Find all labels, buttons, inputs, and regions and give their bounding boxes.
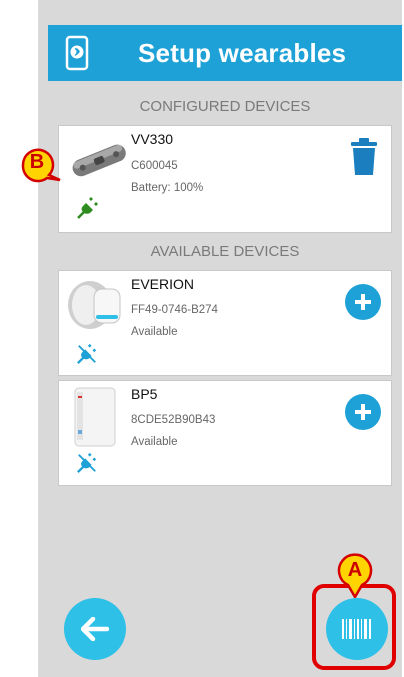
bluetooth-phone-icon <box>60 33 94 73</box>
vv330-device-image <box>72 144 126 177</box>
scan-barcode-button[interactable] <box>326 598 388 660</box>
plug-disconnected-icon <box>77 452 97 473</box>
device-serial: FF49-0746-B274 <box>131 304 218 316</box>
marker-label-b: B <box>29 151 45 173</box>
annotation-marker-b: B <box>20 144 62 186</box>
barcode-icon <box>342 619 371 639</box>
back-button[interactable] <box>64 598 126 660</box>
device-status: Available <box>131 436 178 448</box>
everion-device-image <box>68 281 121 329</box>
annotation-marker-a: A <box>335 552 375 598</box>
device-card-everion[interactable]: EVERION FF49-0746-B274 Available <box>58 270 392 376</box>
device-name: VV330 <box>131 131 174 147</box>
device-name: EVERION <box>131 276 195 292</box>
arrow-left-icon <box>81 617 109 641</box>
page-title: Setup wearables <box>138 37 347 68</box>
add-everion-button[interactable] <box>345 284 381 320</box>
device-status: Available <box>131 326 178 338</box>
add-bp5-button[interactable] <box>345 394 381 430</box>
device-name: BP5 <box>131 386 158 402</box>
device-serial: C600045 <box>131 160 178 172</box>
device-serial: 8CDE52B90B43 <box>131 414 216 426</box>
bp5-device-image <box>74 387 116 447</box>
plus-icon <box>355 404 371 420</box>
device-card-bp5[interactable]: BP5 8CDE52B90B43 Available <box>58 380 392 486</box>
device-card-vv330[interactable]: VV330 C600045 Battery: 100% <box>58 125 392 233</box>
app-header: Setup wearables <box>48 25 402 81</box>
plug-connected-icon <box>77 197 98 219</box>
trash-icon[interactable] <box>349 138 379 176</box>
plus-icon <box>355 294 371 310</box>
configured-devices-heading: CONFIGURED DEVICES <box>139 98 311 115</box>
plug-disconnected-icon <box>77 343 97 364</box>
available-devices-heading: AVAILABLE DEVICES <box>150 243 300 260</box>
device-battery: Battery: 100% <box>131 182 204 194</box>
marker-label-a: A <box>347 559 363 581</box>
